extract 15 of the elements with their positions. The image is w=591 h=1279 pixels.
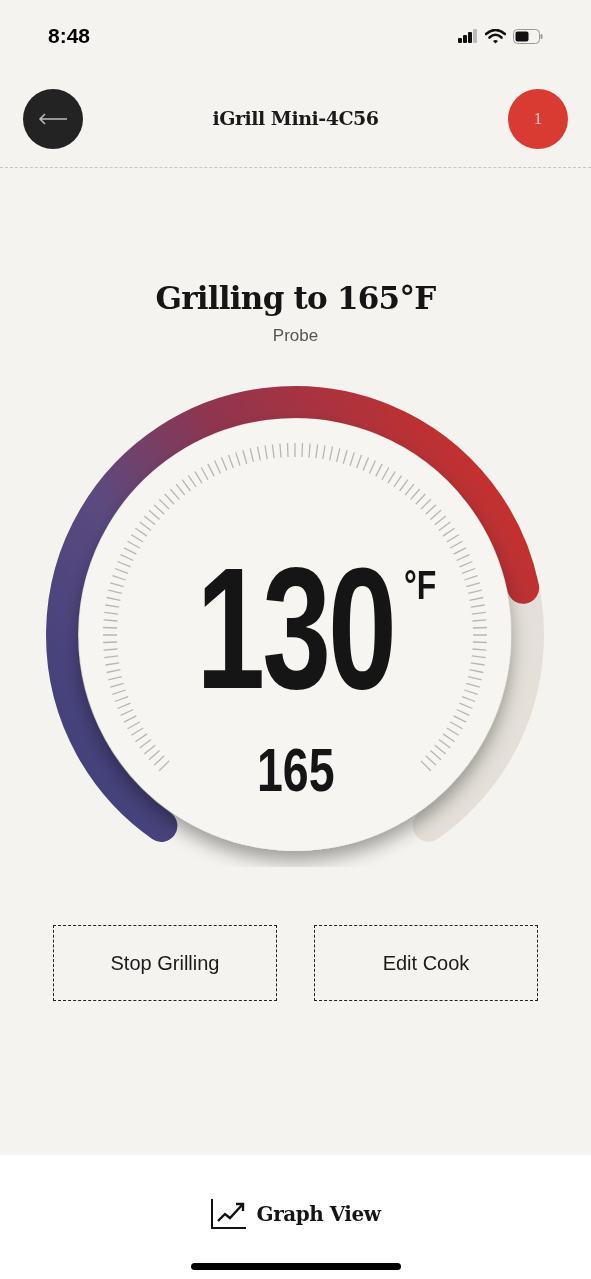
device-title: iGrill Mini-4C56 <box>212 106 379 132</box>
signal-icon <box>458 29 478 43</box>
back-arrow-icon <box>38 112 68 125</box>
current-temperature: 130 <box>196 541 395 714</box>
temperature-unit: °F <box>404 562 437 607</box>
wifi-icon <box>485 28 506 44</box>
action-button[interactable]: Stop Grilling <box>53 924 277 1001</box>
target-temperature: 165 <box>256 736 335 803</box>
action-button[interactable]: Edit Cook <box>314 924 538 1001</box>
cook-title: Grilling to 165°F <box>155 279 436 318</box>
battery-icon <box>513 28 543 44</box>
graph-view-button[interactable]: Graph View <box>210 1199 381 1229</box>
status-time: 8:48 <box>48 23 91 50</box>
line-chart-icon <box>210 1199 247 1229</box>
probe-label: Probe <box>272 325 319 347</box>
